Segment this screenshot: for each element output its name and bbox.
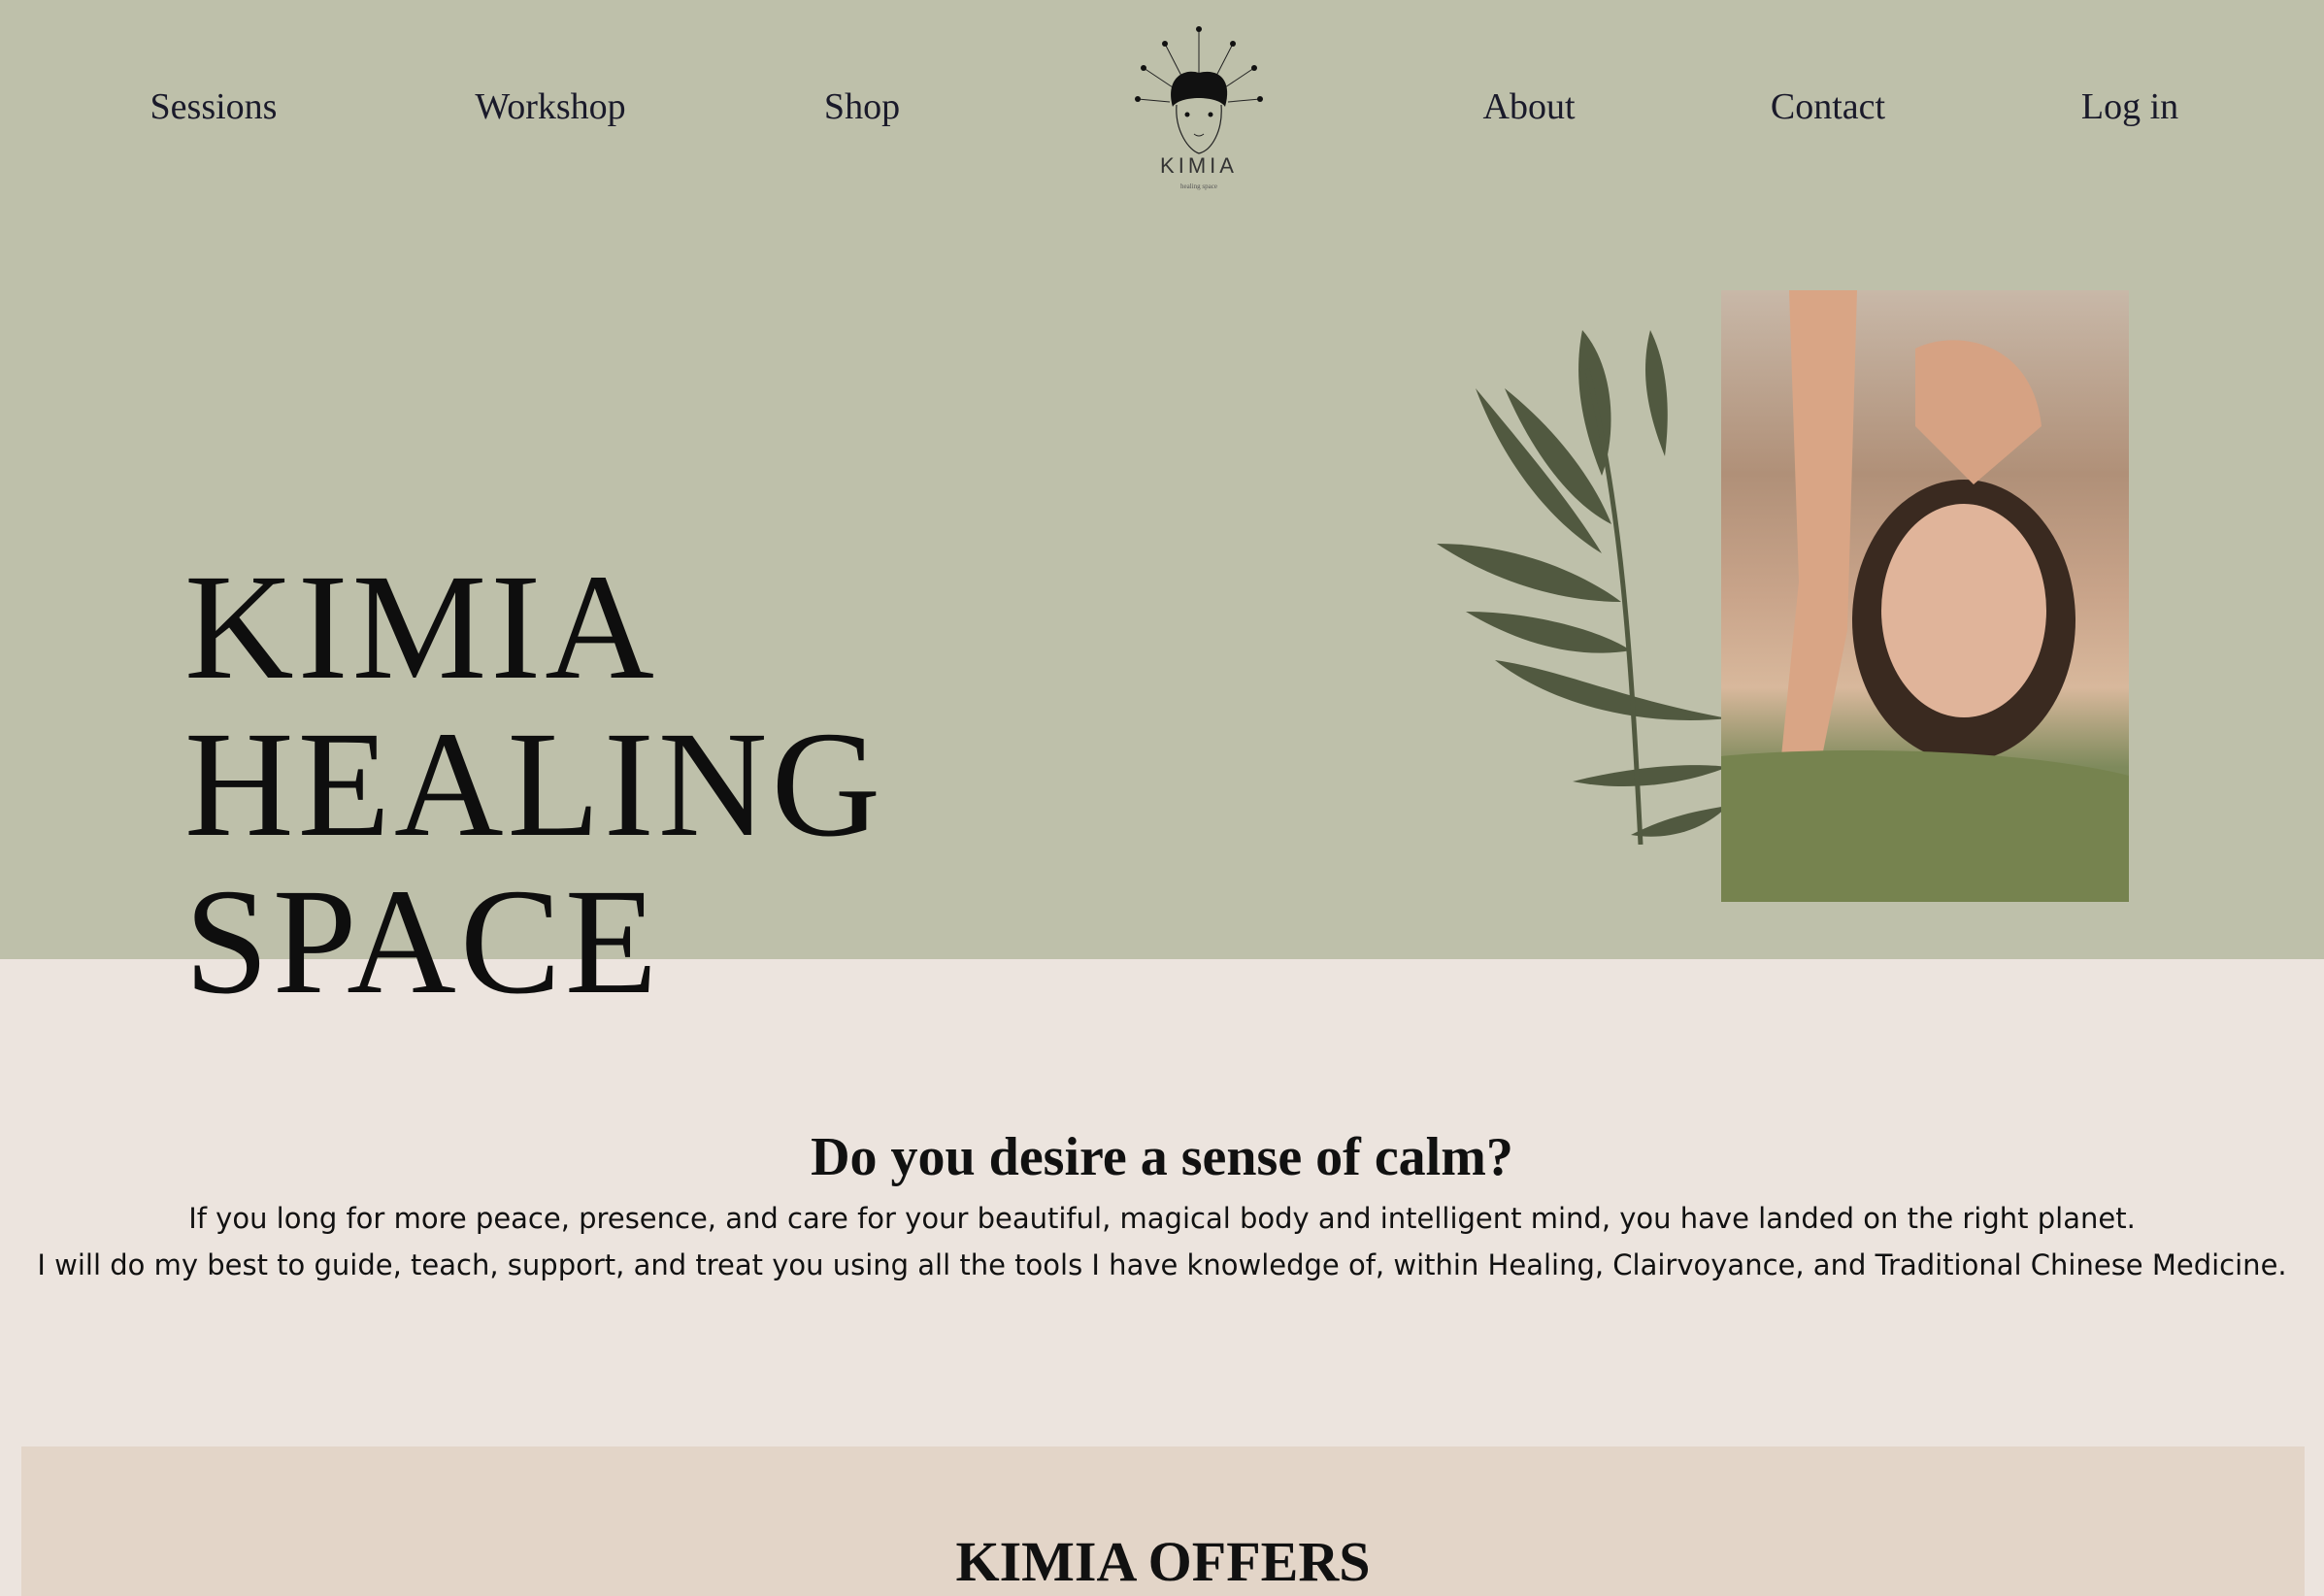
nav-sessions[interactable]: Sessions bbox=[150, 85, 278, 128]
nav-shop[interactable]: Shop bbox=[824, 85, 900, 128]
hero-title: KIMIA HEALING SPACE bbox=[184, 543, 885, 1025]
offers-section: KIMIA OFFERS bbox=[21, 1446, 2305, 1596]
nav-contact[interactable]: Contact bbox=[1771, 85, 1885, 128]
healing-session-photo bbox=[1721, 290, 2129, 902]
intro-line-1: If you long for more peace, presence, an… bbox=[188, 1202, 2136, 1235]
nav-about[interactable]: About bbox=[1483, 85, 1576, 128]
intro-line-2: I will do my best to guide, teach, suppo… bbox=[37, 1248, 2287, 1281]
hero-section: Sessions Workshop Shop About Contact Log… bbox=[0, 0, 2324, 1020]
nav-workshop[interactable]: Workshop bbox=[475, 85, 625, 128]
svg-text:KIMIA: KIMIA bbox=[1160, 153, 1238, 178]
svg-text:healing space: healing space bbox=[1180, 183, 1217, 190]
kimia-logo[interactable]: KIMIA healing space bbox=[1126, 19, 1272, 194]
nav-login[interactable]: Log in bbox=[2081, 85, 2178, 128]
offers-heading: KIMIA OFFERS bbox=[955, 1530, 1371, 1593]
palm-leaf-illustration bbox=[1437, 330, 1728, 845]
intro-heading: Do you desire a sense of calm? bbox=[811, 1127, 1513, 1187]
